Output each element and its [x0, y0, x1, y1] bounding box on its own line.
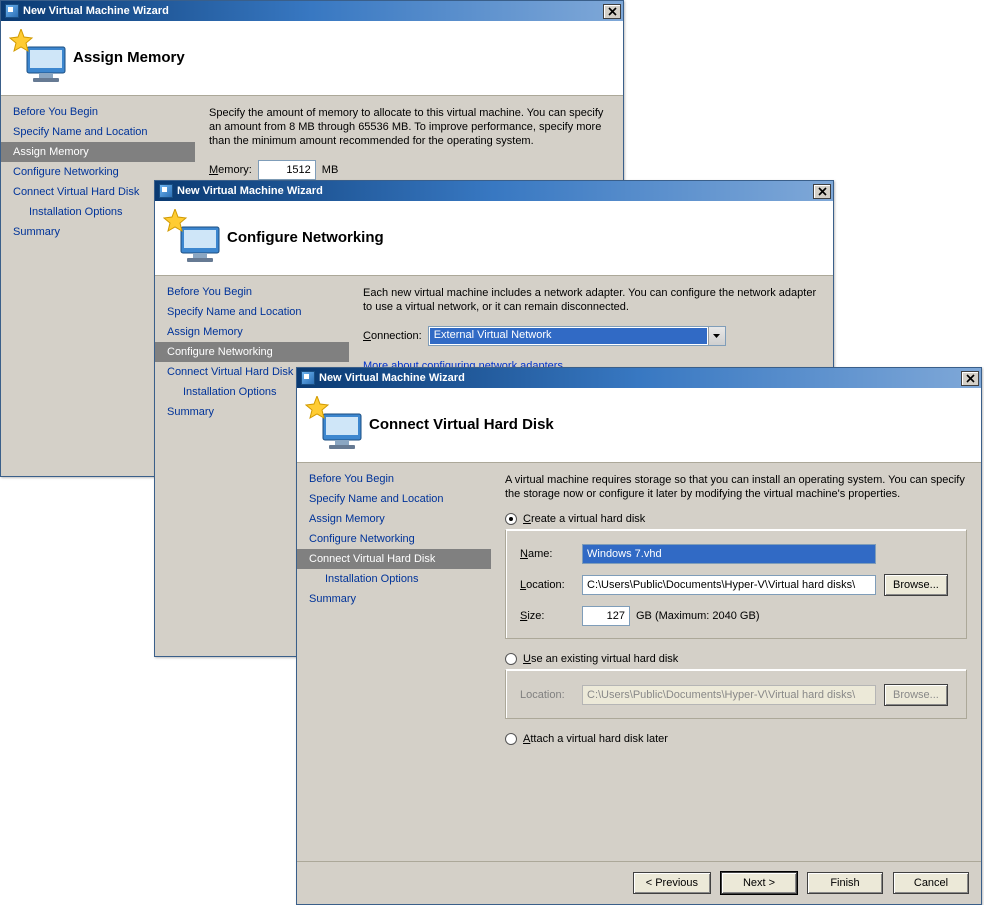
step-configure-networking[interactable]: Configure Networking [1, 162, 195, 182]
close-icon[interactable] [813, 184, 831, 199]
step-assign-memory[interactable]: Assign Memory [297, 509, 491, 529]
step-connect-vhd[interactable]: Connect Virtual Hard Disk [297, 549, 491, 569]
step-configure-networking[interactable]: Configure Networking [297, 529, 491, 549]
wizard-steps: Before You Begin Specify Name and Locati… [297, 463, 491, 861]
wizard-header: Assign Memory [1, 21, 623, 96]
page-title: Connect Virtual Hard Disk [369, 416, 554, 433]
titlebar[interactable]: New Virtual Machine Wizard [155, 181, 833, 201]
next-button[interactable]: Next > [721, 872, 797, 894]
step-description: Specify the amount of memory to allocate… [209, 106, 609, 148]
connection-value: External Virtual Network [430, 328, 707, 344]
vhd-size-input[interactable] [582, 606, 630, 626]
connection-label: onnection: [371, 330, 422, 342]
step-before-you-begin[interactable]: Before You Begin [155, 282, 349, 302]
page-title: Configure Networking [227, 229, 384, 246]
radio-icon [505, 733, 517, 745]
app-icon [301, 371, 315, 385]
step-summary[interactable]: Summary [297, 589, 491, 609]
wizard-window-vhd: New Virtual Machine Wizard Connect Virtu… [296, 367, 982, 905]
step-install-options[interactable]: Installation Options [297, 569, 491, 589]
browse-button[interactable]: Browse... [884, 574, 948, 596]
existing-location-label: Location: [520, 689, 582, 701]
wizard-header: Configure Networking [155, 201, 833, 276]
browse-button-disabled: Browse... [884, 684, 948, 706]
radio-existing-label: se an existing virtual hard disk [531, 653, 678, 665]
titlebar[interactable]: New Virtual Machine Wizard [1, 1, 623, 21]
wizard-icon [163, 209, 221, 265]
memory-unit: MB [322, 164, 339, 176]
name-label: me: [534, 548, 552, 560]
memory-label: emory: [218, 164, 252, 176]
existing-vhd-group: Location: Browse... [505, 669, 967, 719]
size-unit: GB (Maximum: 2040 GB) [636, 610, 759, 622]
wizard-icon [9, 29, 67, 85]
window-title: New Virtual Machine Wizard [319, 372, 961, 384]
step-specify-name[interactable]: Specify Name and Location [1, 122, 195, 142]
step-configure-networking[interactable]: Configure Networking [155, 342, 349, 362]
vhd-location-input[interactable] [582, 575, 876, 595]
step-specify-name[interactable]: Specify Name and Location [155, 302, 349, 322]
step-description: A virtual machine requires storage so th… [505, 473, 967, 501]
step-assign-memory[interactable]: Assign Memory [1, 142, 195, 162]
page-title: Assign Memory [73, 49, 185, 66]
step-before-you-begin[interactable]: Before You Begin [297, 469, 491, 489]
window-title: New Virtual Machine Wizard [23, 5, 603, 17]
close-icon[interactable] [961, 371, 979, 386]
step-assign-memory[interactable]: Assign Memory [155, 322, 349, 342]
cancel-button[interactable]: Cancel [893, 872, 969, 894]
location-label: ocation: [526, 579, 565, 591]
radio-existing-vhd[interactable]: Use an existing virtual hard disk [505, 653, 967, 665]
radio-attach-later[interactable]: Attach a virtual hard disk later [505, 733, 967, 745]
wizard-header: Connect Virtual Hard Disk [297, 388, 981, 463]
radio-create-vhd[interactable]: Create a virtual hard disk [505, 513, 967, 525]
existing-location-input [582, 685, 876, 705]
window-title: New Virtual Machine Wizard [177, 185, 813, 197]
radio-create-label: reate a virtual hard disk [531, 513, 645, 525]
previous-button[interactable]: < Previous [633, 872, 711, 894]
vhd-name-input[interactable] [582, 544, 876, 564]
connection-dropdown[interactable]: External Virtual Network [428, 326, 726, 346]
titlebar[interactable]: New Virtual Machine Wizard [297, 368, 981, 388]
chevron-down-icon[interactable] [708, 327, 725, 345]
app-icon [159, 184, 173, 198]
wizard-footer: < Previous Next > Finish Cancel [297, 861, 981, 904]
wizard-icon [305, 396, 363, 452]
finish-button[interactable]: Finish [807, 872, 883, 894]
step-before-you-begin[interactable]: Before You Begin [1, 102, 195, 122]
step-specify-name[interactable]: Specify Name and Location [297, 489, 491, 509]
radio-icon [505, 513, 517, 525]
step-description: Each new virtual machine includes a netw… [363, 286, 819, 314]
size-label: ize: [527, 610, 544, 622]
radio-icon [505, 653, 517, 665]
memory-input[interactable] [258, 160, 316, 180]
close-icon[interactable] [603, 4, 621, 19]
app-icon [5, 4, 19, 18]
radio-later-label: ttach a virtual hard disk later [530, 733, 668, 745]
create-vhd-group: Name: Location: Browse... Size: GB (Maxi… [505, 529, 967, 639]
